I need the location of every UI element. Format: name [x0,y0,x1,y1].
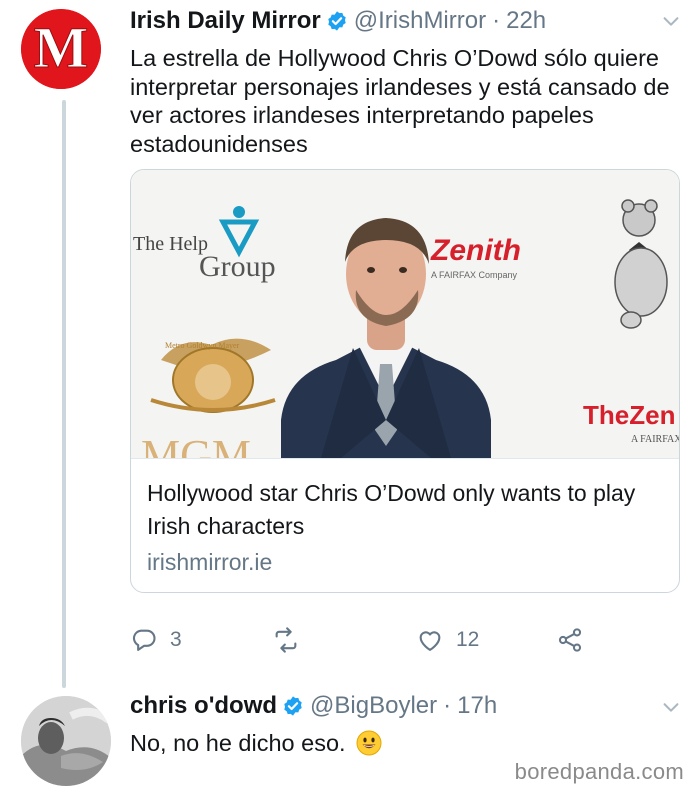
irish-mirror-avatar[interactable]: M [21,9,101,89]
verified-badge-icon [282,695,304,717]
help-group-text-2: Group [199,250,276,283]
reply-count: 3 [170,628,182,651]
article-photo: The Help Group Zenith A FAIRFAX Company … [131,170,679,458]
reply-body-text: No, no he dicho eso. [130,730,346,756]
grinning-face-emoji-icon [356,730,382,756]
retweet-button[interactable] [272,622,312,658]
header-separator: · [492,7,501,34]
mgm-ribbon-text: Metro Goldwyn Mayer [165,341,240,350]
thread-connector-line [62,100,66,688]
thezen-logo-text: TheZen [583,400,675,430]
help-group-text-1: The Help [133,233,208,255]
like-count: 12 [456,628,480,651]
reply-button[interactable]: 3 [130,622,182,658]
fairfax-text: A FAIRFAX [631,434,679,445]
chris-odowd-avatar[interactable] [21,696,111,786]
chevron-down-icon[interactable] [660,696,682,718]
zenith-logo-text: Zenith [430,234,521,267]
author-handle[interactable]: @IrishMirror [354,7,486,35]
reply-header: chris o'dowd @BigBoyler · 17h [130,690,497,722]
reply-icon [130,626,158,654]
author-display-name[interactable]: Irish Daily Mirror [130,7,321,35]
reply-author-display-name[interactable]: chris o'dowd [130,692,277,720]
share-icon [556,626,584,654]
tweet-timestamp[interactable]: 22h [506,7,546,35]
tweet-body-text: La estrella de Hollywood Chris O’Dowd só… [130,45,670,157]
reply-header-separator: · [443,692,452,719]
card-domain[interactable]: irishmirror.ie [147,545,663,579]
like-button[interactable]: 12 [416,622,479,658]
avatar-letter: M [34,15,89,80]
reply-body: No, no he dicho eso. [130,728,382,758]
verified-badge-icon [326,10,348,32]
reply-author-handle[interactable]: @BigBoyler [310,692,437,720]
link-preview-card[interactable]: The Help Group Zenith A FAIRFAX Company … [130,169,680,593]
tweet-header: Irish Daily Mirror @IrishMirror · 22h [130,6,546,36]
retweet-icon [272,626,300,654]
boredpanda-watermark: boredpanda.com [514,759,684,784]
reply-timestamp[interactable]: 17h [457,692,497,720]
card-text-area: Hollywood star Chris O’Dowd only wants t… [131,458,679,592]
card-headline[interactable]: Hollywood star Chris O’Dowd only wants t… [147,477,663,543]
tweet-action-bar: 3 12 [130,622,600,658]
zenith-sub-text: A FAIRFAX Company [431,270,518,280]
heart-icon [416,626,444,654]
share-button[interactable] [556,622,584,658]
mgm-text: MGM [141,431,251,458]
chevron-down-icon[interactable] [660,10,682,32]
